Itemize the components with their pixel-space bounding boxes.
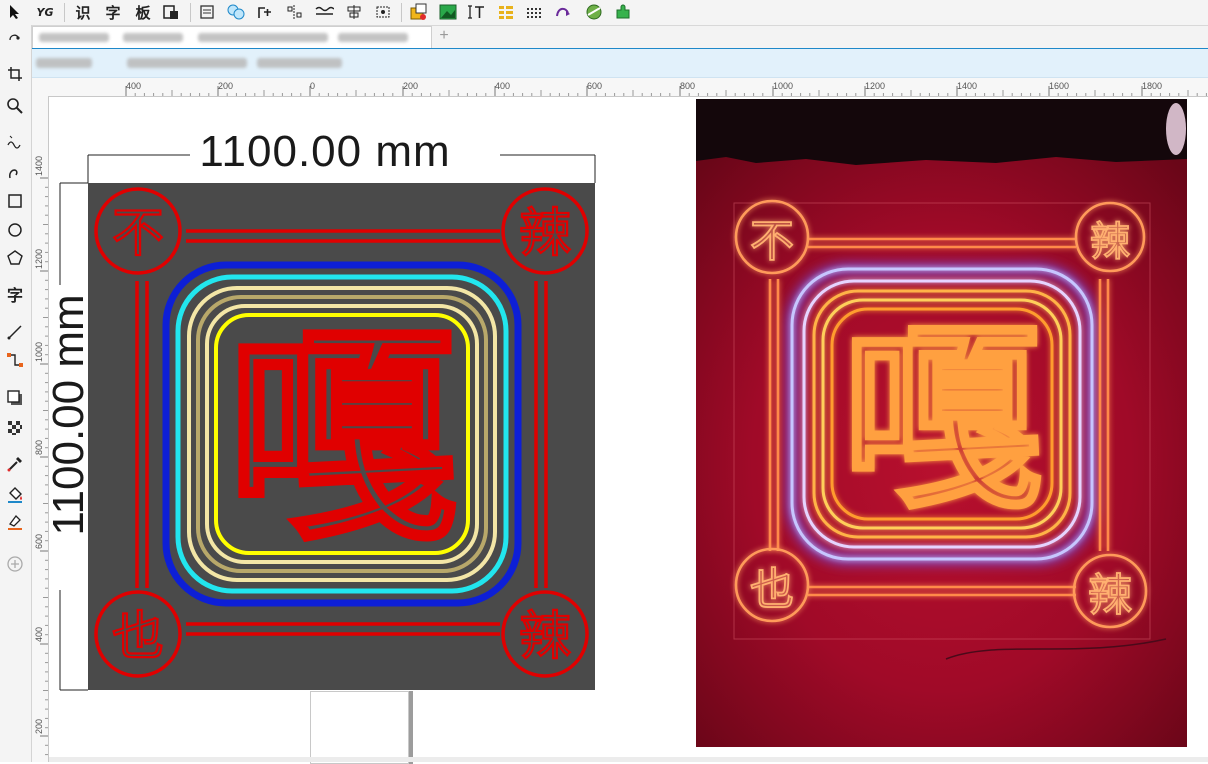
width-dimension-label: 1100.00 mm bbox=[199, 127, 451, 176]
corner-char-tr: 辣 bbox=[519, 204, 571, 264]
photo-main-character: 嘎 bbox=[842, 304, 1042, 537]
sign-design-artwork: 不 辣 也 辣 嘎 bbox=[94, 187, 589, 678]
photo-corner-char-tr: 辣 bbox=[1090, 219, 1130, 265]
photo-corner-char-br: 辣 bbox=[1088, 570, 1132, 621]
corner-char-tl: 不 bbox=[112, 204, 164, 264]
height-dimension-label: 1100.00 mm bbox=[44, 294, 93, 536]
status-bar bbox=[49, 757, 1208, 762]
neon-sign-photo[interactable]: 不 辣 也 辣 嘎 bbox=[696, 99, 1187, 747]
photo-corner-char-tl: 不 bbox=[750, 216, 794, 267]
page-thumbnail[interactable] bbox=[310, 691, 409, 764]
sign-design-board[interactable]: 不 辣 也 辣 嘎 bbox=[88, 183, 595, 690]
photo-corner-char-bl: 也 bbox=[750, 564, 794, 615]
corner-char-br: 辣 bbox=[519, 607, 571, 667]
neon-sign-photo-render: 不 辣 也 辣 嘎 bbox=[696, 99, 1187, 747]
main-character: 嘎 bbox=[227, 306, 457, 573]
corner-char-bl: 也 bbox=[112, 607, 164, 667]
